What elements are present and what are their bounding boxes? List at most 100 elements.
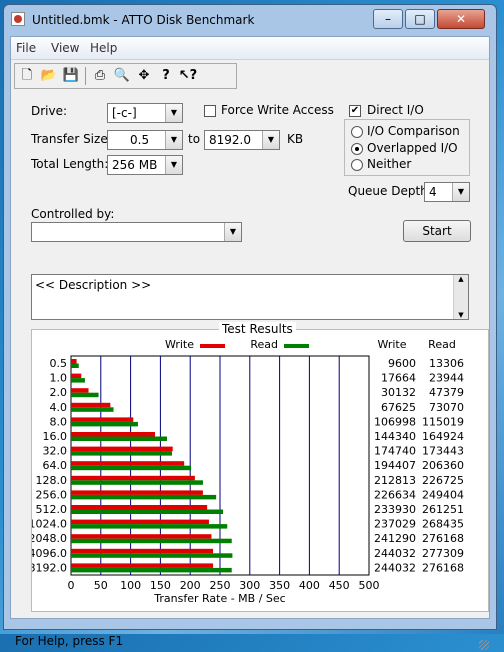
write-value-label: 241290 [374,532,416,545]
read-value-label: 268435 [422,518,464,531]
legend-read-label: Read [250,338,278,351]
menu-file[interactable]: File [16,41,36,55]
drive-select[interactable]: [-c-] ▼ [107,103,183,123]
write-bar [71,446,173,452]
y-tick-label: 2.0 [50,386,68,399]
y-tick-label: 32.0 [43,445,68,458]
read-bar [71,538,232,544]
write-value-label: 233930 [374,503,416,516]
help-icon[interactable]: ? [156,66,176,86]
queue-depth-label: Queue Depth: [348,184,432,198]
transfer-from-select[interactable]: 0.5 ▼ [107,130,183,150]
menu-bar: File View Help [11,37,489,60]
chevron-down-icon: ▼ [224,223,241,241]
scroll-down-icon[interactable]: ▼ [454,311,468,319]
description-box[interactable]: << Description >> ▲ ▼ [31,274,469,320]
results-chart: Write Read Write Read 0 50 100 150 200 250 300 350 4… [32,338,464,605]
write-value-label: 194407 [374,459,416,472]
x-tick-label: 200 [180,579,201,592]
print-icon[interactable]: ⎙ [90,66,110,86]
client-area: File View Help 🗋 📂 💾 ⎙ 🔍 ✥ ? ↖? Drive: [… [10,36,490,650]
to-label: to [188,132,201,146]
chevron-down-icon: ▼ [452,183,469,201]
menu-view[interactable]: View [51,41,79,55]
write-bar [71,359,77,364]
write-value-label: 174740 [374,445,416,458]
direct-io-checkbox[interactable]: ✔ [349,105,361,117]
y-tick-label: 1024.0 [32,518,67,531]
x-tick-label: 250 [210,579,231,592]
total-length-select[interactable]: 256 MB ▼ [107,155,183,175]
context-help-icon[interactable]: ↖? [178,66,198,86]
menu-help[interactable]: Help [90,41,117,55]
y-tick-label: 4096.0 [32,547,67,560]
y-tick-label: 8.0 [50,415,68,428]
start-button[interactable]: Start [403,220,471,242]
read-value-label: 277309 [422,547,464,560]
new-icon[interactable]: 🗋 [17,66,37,86]
transfer-to-select[interactable]: 8192.0 ▼ [204,130,280,150]
x-tick-label: 50 [94,579,108,592]
total-length-label: Total Length: [31,157,109,171]
read-bar [71,553,233,558]
write-bar [71,388,89,393]
drive-value: [-c-] [112,106,137,120]
x-tick-label: 500 [359,579,380,592]
maximize-button[interactable]: □ [405,9,435,29]
chevron-down-icon: ▼ [262,131,279,149]
print-preview-icon[interactable]: 🔍 [112,66,132,86]
y-tick-label: 1.0 [50,372,68,385]
chevron-down-icon: ▼ [165,104,182,122]
legend-write-label: Write [165,338,194,351]
io-comparison-radio[interactable] [351,126,363,138]
resize-grip-icon[interactable] [479,640,489,650]
toolbar: 🗋 📂 💾 ⎙ 🔍 ✥ ? ↖? [14,63,237,89]
open-icon[interactable]: 📂 [39,66,59,86]
controlled-by-select[interactable]: ▼ [31,222,242,242]
force-write-label: Force Write Access [221,103,334,117]
window-title: Untitled.bmk - ATTO Disk Benchmark [32,13,255,27]
write-bar [71,402,111,408]
read-value-label: 47379 [429,386,464,399]
read-bar [71,363,79,368]
read-value-label: 206360 [422,459,464,472]
read-column-header: Read [428,338,456,351]
controlled-by-label: Controlled by: [31,207,115,221]
y-tick-label: 0.5 [50,357,68,370]
read-bar [71,509,224,514]
scroll-up-icon[interactable]: ▲ [454,275,468,283]
x-axis-label: Transfer Rate - MB / Sec [153,592,285,605]
overlapped-io-label: Overlapped I/O [367,141,458,155]
read-value-label: 115019 [422,415,464,428]
write-bar [71,534,212,539]
read-bar [71,407,114,412]
chevron-down-icon: ▼ [165,156,182,174]
x-tick-label: 100 [120,579,141,592]
overlapped-io-radio[interactable] [351,143,363,155]
read-bar [71,436,167,441]
force-write-checkbox[interactable] [204,105,216,117]
read-bar [71,392,99,398]
x-tick-label: 0 [68,579,75,592]
read-value-label: 226725 [422,474,464,487]
write-value-label: 144340 [374,430,416,443]
move-icon[interactable]: ✥ [134,66,154,86]
write-value-label: 212813 [374,474,416,487]
scrollbar[interactable]: ▲ ▼ [453,275,468,319]
write-column-header: Write [377,338,406,351]
y-tick-label: 16.0 [43,430,68,443]
drive-label: Drive: [31,104,68,118]
save-icon[interactable]: 💾 [61,66,81,86]
read-bar [71,451,172,456]
title-bar[interactable]: Untitled.bmk - ATTO Disk Benchmark – □ ✕ [4,5,496,35]
neither-radio[interactable] [351,159,363,171]
write-value-label: 30132 [381,386,416,399]
direct-io-label: Direct I/O [367,103,424,117]
minimize-button[interactable]: – [373,9,403,29]
queue-depth-select[interactable]: 4 ▼ [424,182,470,202]
close-button[interactable]: ✕ [437,9,485,29]
kb-label: KB [287,132,304,146]
read-value-label: 73070 [429,401,464,414]
write-value-label: 106998 [374,415,416,428]
x-tick-label: 300 [239,579,260,592]
